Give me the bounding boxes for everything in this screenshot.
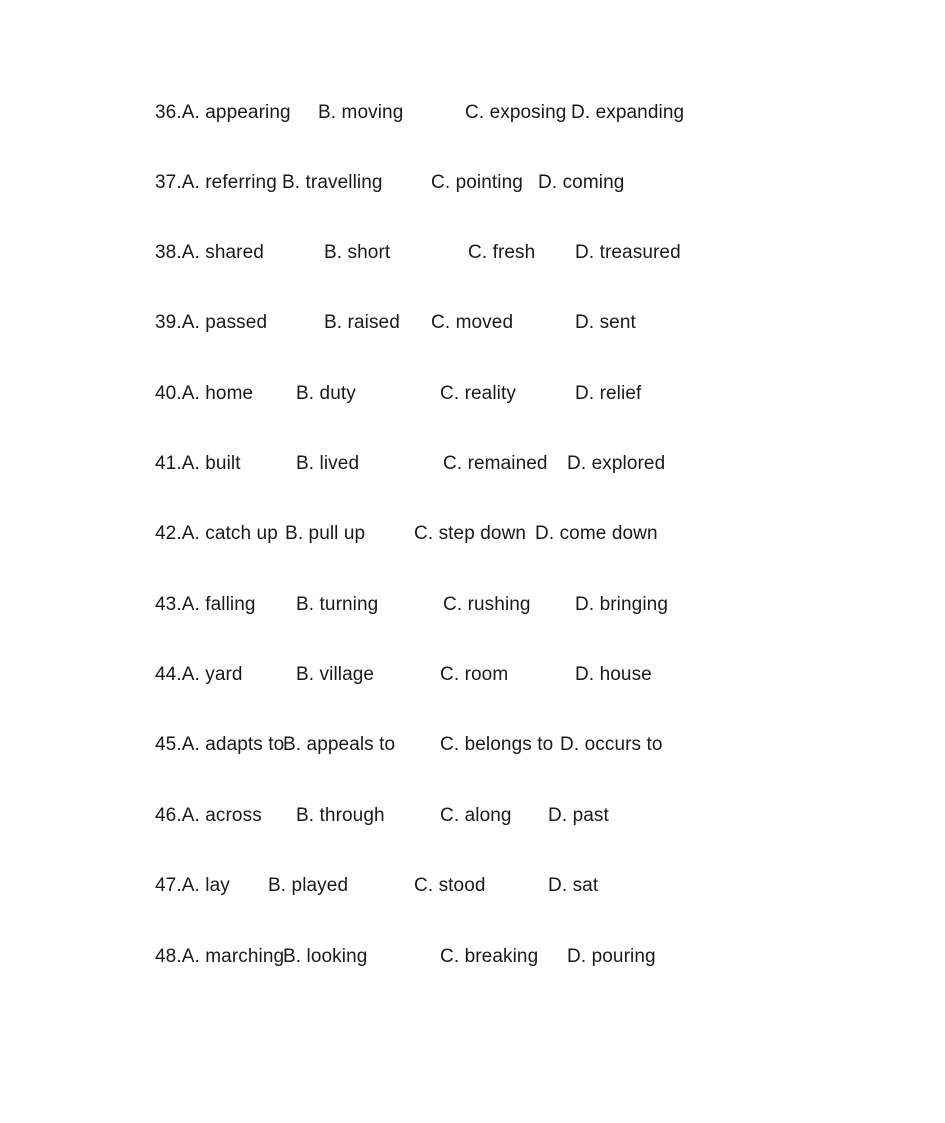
question-row: 48.A. marching B. looking C. breaking D. po…: [0, 942, 945, 972]
option-b[interactable]: B. moving: [318, 98, 403, 128]
option-d[interactable]: D. treasured: [575, 238, 681, 268]
option-b[interactable]: B. duty: [296, 379, 356, 409]
option-d[interactable]: D. house: [575, 660, 652, 690]
option-c[interactable]: C. room: [440, 660, 508, 690]
option-c[interactable]: C. breaking: [440, 942, 538, 972]
option-a[interactable]: 43.A. falling: [155, 590, 256, 620]
option-c[interactable]: C. remained: [443, 449, 548, 479]
option-a[interactable]: 44.A. yard: [155, 660, 243, 690]
question-row: 45.A. adapts to B. appeals to C. belongs t…: [0, 730, 945, 760]
question-row: 44.A. yard B. village C. room D. house: [0, 660, 945, 690]
option-c[interactable]: C. fresh: [468, 238, 535, 268]
option-c[interactable]: C. exposing: [465, 98, 566, 128]
option-b[interactable]: B. lived: [296, 449, 359, 479]
option-d[interactable]: D. past: [548, 801, 609, 831]
question-row: 43.A. falling B. turning C. rushing D. brin…: [0, 590, 945, 620]
option-a[interactable]: 41.A. built: [155, 449, 241, 479]
option-a[interactable]: 42.A. catch up: [155, 519, 278, 549]
option-a[interactable]: 40.A. home: [155, 379, 253, 409]
option-c[interactable]: C. reality: [440, 379, 516, 409]
option-b[interactable]: B. played: [268, 871, 348, 901]
option-d[interactable]: D. relief: [575, 379, 641, 409]
option-a[interactable]: 47.A. lay: [155, 871, 230, 901]
option-d[interactable]: D. coming: [538, 168, 624, 198]
option-b[interactable]: B. through: [296, 801, 385, 831]
question-row: 40.A. home B. duty C. reality D. relief: [0, 379, 945, 409]
option-b[interactable]: B. village: [296, 660, 374, 690]
question-row: 37.A. referring B. travelling C. pointing D…: [0, 168, 945, 198]
option-b[interactable]: B. travelling: [282, 168, 383, 198]
option-c[interactable]: C. rushing: [443, 590, 531, 620]
question-row: 47.A. lay B. played C. stood D. sat: [0, 871, 945, 901]
option-a[interactable]: 38.A. shared: [155, 238, 264, 268]
option-a[interactable]: 37.A. referring: [155, 168, 277, 198]
question-row: 36.A. appearing B. moving C. exposing D. ex…: [0, 98, 945, 128]
option-b[interactable]: B. appeals to: [283, 730, 395, 760]
option-a[interactable]: 45.A. adapts to: [155, 730, 284, 760]
option-a[interactable]: 46.A. across: [155, 801, 262, 831]
option-b[interactable]: B. raised: [324, 308, 400, 338]
option-c[interactable]: C. step down: [414, 519, 526, 549]
option-d[interactable]: D. explored: [567, 449, 665, 479]
option-c[interactable]: C. pointing: [431, 168, 523, 198]
option-c[interactable]: C. belongs to: [440, 730, 553, 760]
option-d[interactable]: D. sat: [548, 871, 598, 901]
option-b[interactable]: B. looking: [283, 942, 367, 972]
option-d[interactable]: D. come down: [535, 519, 658, 549]
option-a[interactable]: 48.A. marching: [155, 942, 284, 972]
option-a[interactable]: 36.A. appearing: [155, 98, 291, 128]
question-row: 46.A. across B. through C. along D. past: [0, 801, 945, 831]
option-d[interactable]: D. expanding: [571, 98, 684, 128]
option-d[interactable]: D. sent: [575, 308, 636, 338]
question-row: 41.A. built B. lived C. remained D. explore…: [0, 449, 945, 479]
option-d[interactable]: D. bringing: [575, 590, 668, 620]
option-b[interactable]: B. turning: [296, 590, 378, 620]
option-c[interactable]: C. along: [440, 801, 512, 831]
document-page: 36.A. appearing B. moving C. exposing D. ex…: [0, 0, 945, 1123]
option-d[interactable]: D. pouring: [567, 942, 656, 972]
option-b[interactable]: B. short: [324, 238, 390, 268]
question-row: 42.A. catch up B. pull up C. step down D. c…: [0, 519, 945, 549]
option-b[interactable]: B. pull up: [285, 519, 365, 549]
option-c[interactable]: C. stood: [414, 871, 486, 901]
option-c[interactable]: C. moved: [431, 308, 513, 338]
question-row: 39.A. passed B. raised C. moved D. sent: [0, 308, 945, 338]
option-d[interactable]: D. occurs to: [560, 730, 663, 760]
question-row: 38.A. shared B. short C. fresh D. treasured: [0, 238, 945, 268]
option-a[interactable]: 39.A. passed: [155, 308, 267, 338]
